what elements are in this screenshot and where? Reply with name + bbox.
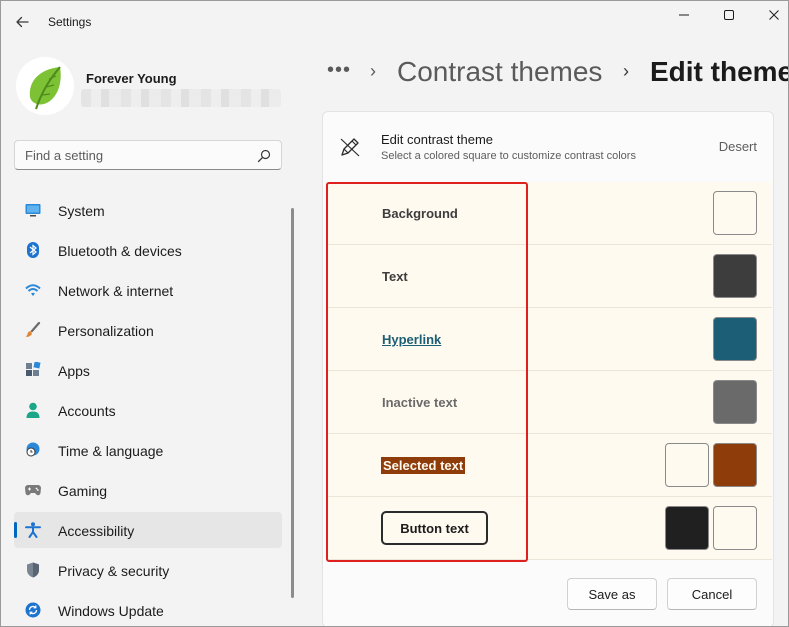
breadcrumb-more-button[interactable]: ••• bbox=[327, 59, 351, 82]
bluetooth-icon bbox=[25, 242, 41, 258]
search-box[interactable] bbox=[14, 140, 282, 170]
sidebar-item-label: Privacy & security bbox=[58, 563, 170, 579]
chevron-right-icon: › bbox=[370, 61, 376, 81]
close-button[interactable] bbox=[751, 1, 788, 29]
accessibility-icon bbox=[25, 522, 41, 538]
card-title: Edit contrast theme bbox=[381, 132, 493, 147]
minimize-icon bbox=[679, 14, 689, 16]
profile-name: Forever Young bbox=[86, 71, 177, 86]
back-button[interactable] bbox=[11, 11, 33, 33]
edit-theme-card: Edit contrast theme Select a colored squ… bbox=[322, 111, 774, 626]
avatar[interactable] bbox=[16, 57, 74, 115]
brush-icon bbox=[25, 322, 41, 338]
sidebar-item-label: Network & internet bbox=[58, 283, 174, 299]
sidebar-item-label: Personalization bbox=[58, 323, 154, 339]
row-label: Background bbox=[382, 206, 458, 221]
sidebar-item-windows-update[interactable]: Windows Update bbox=[14, 592, 282, 626]
card-header: Edit contrast theme Select a colored squ… bbox=[323, 112, 773, 181]
globe-clock-icon bbox=[25, 442, 41, 458]
hyperlink-color-swatch[interactable] bbox=[713, 317, 757, 361]
chevron-right-icon: › bbox=[623, 61, 629, 81]
cancel-button[interactable]: Cancel bbox=[667, 578, 757, 610]
row-label: Text bbox=[382, 269, 408, 284]
search-icon[interactable] bbox=[257, 149, 271, 163]
search-input[interactable] bbox=[25, 148, 245, 163]
sidebar-item-apps[interactable]: Apps bbox=[14, 352, 282, 388]
card-subtitle: Select a colored square to customize con… bbox=[381, 150, 636, 162]
sidebar-item-label: Time & language bbox=[58, 443, 164, 459]
sidebar-item-system[interactable]: System bbox=[14, 192, 282, 228]
color-row-button-text: Button text bbox=[326, 497, 772, 560]
close-icon bbox=[769, 10, 779, 20]
color-row-inactive-text: Inactive text bbox=[326, 371, 772, 434]
sidebar-item-label: Bluetooth & devices bbox=[58, 243, 182, 259]
color-row-hyperlink: Hyperlink bbox=[326, 308, 772, 371]
color-rows: Background Text Hyperlink Inactive text … bbox=[326, 182, 772, 560]
color-row-selected-text: Selected text bbox=[326, 434, 772, 497]
row-label: Hyperlink bbox=[382, 332, 442, 347]
sidebar-item-label: Accounts bbox=[58, 403, 116, 419]
sidebar-item-label: Apps bbox=[58, 363, 90, 379]
gamepad-icon bbox=[25, 482, 41, 498]
person-icon bbox=[25, 402, 41, 418]
maximize-icon bbox=[724, 10, 734, 20]
settings-window: Settings Forever Young Find a setting Sy… bbox=[0, 0, 789, 627]
update-icon bbox=[25, 602, 41, 618]
back-arrow-icon bbox=[16, 16, 29, 28]
sidebar-item-time-language[interactable]: Time & language bbox=[14, 432, 282, 468]
sidebar-item-label: Windows Update bbox=[58, 603, 164, 619]
save-as-button[interactable]: Save as bbox=[567, 578, 657, 610]
row-label: Selected text bbox=[381, 457, 466, 474]
button-text-foreground-swatch[interactable] bbox=[665, 506, 709, 550]
sidebar-scrollbar[interactable] bbox=[291, 208, 294, 598]
color-row-background: Background bbox=[326, 182, 772, 245]
selected-text-background-swatch[interactable] bbox=[713, 443, 757, 487]
leaf-icon bbox=[16, 57, 74, 115]
maximize-button[interactable] bbox=[706, 1, 752, 29]
row-label: Inactive text bbox=[382, 395, 458, 410]
minimize-button[interactable] bbox=[661, 1, 707, 29]
sidebar-item-privacy-security[interactable]: Privacy & security bbox=[14, 552, 282, 588]
pen-edit-icon bbox=[340, 138, 360, 157]
page-title: Edit theme bbox=[650, 56, 789, 87]
sidebar-item-bluetooth[interactable]: Bluetooth & devices bbox=[14, 232, 282, 268]
app-title: Settings bbox=[48, 15, 92, 29]
sidebar-item-label: System bbox=[58, 203, 105, 219]
monitor-icon bbox=[25, 202, 41, 218]
sidebar-item-accessibility[interactable]: Accessibility bbox=[14, 512, 282, 548]
text-color-swatch[interactable] bbox=[713, 254, 757, 298]
button-text-background-swatch[interactable] bbox=[713, 506, 757, 550]
selected-text-foreground-swatch[interactable] bbox=[665, 443, 709, 487]
background-color-swatch[interactable] bbox=[713, 191, 757, 235]
color-row-text: Text bbox=[326, 245, 772, 308]
inactive-text-color-swatch[interactable] bbox=[713, 380, 757, 424]
apps-icon bbox=[25, 362, 41, 378]
sidebar-item-accounts[interactable]: Accounts bbox=[14, 392, 282, 428]
sidebar-nav: System Bluetooth & devices Network & int… bbox=[14, 192, 282, 626]
theme-name: Desert bbox=[718, 139, 757, 154]
sidebar-item-network[interactable]: Network & internet bbox=[14, 272, 282, 308]
shield-icon bbox=[25, 562, 41, 578]
row-label: Button text bbox=[381, 511, 488, 545]
sidebar-item-personalization[interactable]: Personalization bbox=[14, 312, 282, 348]
sidebar-item-gaming[interactable]: Gaming bbox=[14, 472, 282, 508]
sidebar-item-label: Accessibility bbox=[58, 523, 135, 539]
breadcrumb-parent-link[interactable]: Contrast themes bbox=[397, 56, 602, 88]
profile-email-redacted bbox=[81, 89, 281, 107]
title-bar: Settings bbox=[1, 1, 788, 41]
sidebar-item-label: Gaming bbox=[58, 483, 108, 499]
wifi-icon bbox=[25, 282, 41, 298]
